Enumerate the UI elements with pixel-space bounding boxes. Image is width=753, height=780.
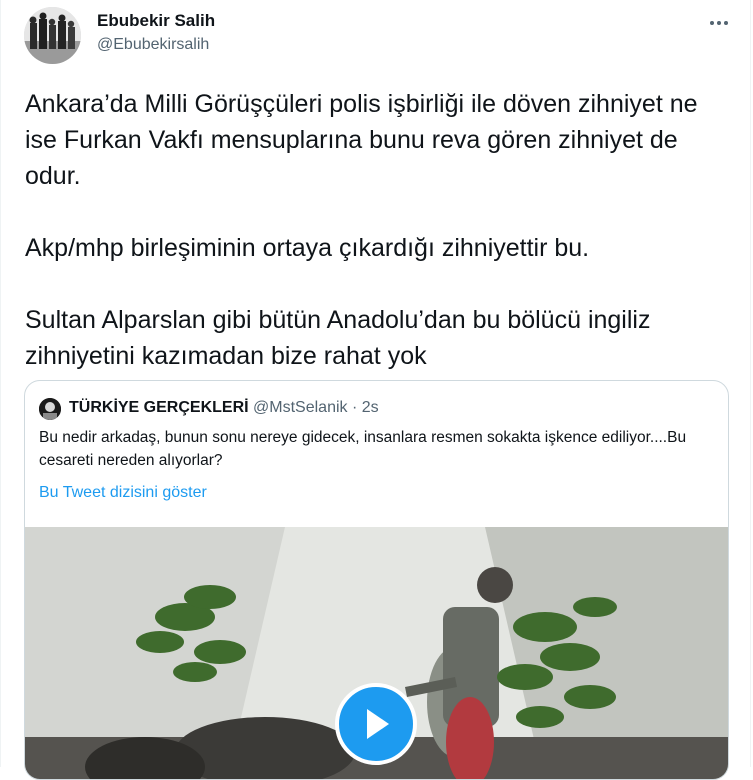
author-name[interactable]: Ebubekir Salih (97, 11, 215, 31)
tweet-text: Ankara’da Milli Görüşçüleri polis işbirl… (25, 86, 725, 374)
quoted-avatar-image (39, 398, 61, 420)
show-thread-link[interactable]: Bu Tweet dizisini göster (39, 484, 207, 502)
quoted-author-avatar (39, 398, 61, 420)
quoted-author-name: TÜRKİYE GERÇEKLERİ (69, 399, 249, 416)
quoted-tweet[interactable]: TÜRKİYE GERÇEKLERİ @MstSelanik · 2s Bu n… (24, 380, 729, 780)
play-button[interactable] (335, 683, 417, 765)
more-dots-icon (724, 21, 728, 25)
tweet-paragraph: Ankara’da Milli Görüşçüleri polis işbirl… (25, 90, 698, 190)
avatar-image (24, 7, 81, 64)
tweet-paragraph: Akp/mhp birleşiminin ortaya çıkardığı zi… (25, 234, 590, 262)
more-options-button[interactable] (705, 14, 733, 32)
quoted-author-handle: @MstSelanik (253, 399, 348, 416)
tweet-paragraph: Sultan Alparslan gibi bütün Anadolu’dan … (25, 306, 651, 370)
video-media[interactable] (25, 527, 728, 779)
play-icon (367, 709, 389, 739)
author-handle[interactable]: @Ebubekirsalih (97, 36, 209, 54)
more-dots-icon (710, 21, 714, 25)
tweet-card[interactable]: Ebubekir Salih @Ebubekirsalih Ankara’da … (0, 0, 751, 780)
more-dots-icon (717, 21, 721, 25)
quoted-tweet-text: Bu nedir arkadaş, bunun sonu nereye gide… (39, 429, 687, 469)
separator-dot: · (351, 399, 358, 416)
quoted-tweet-time: 2s (361, 399, 379, 416)
quoted-tweet-header: TÜRKİYE GERÇEKLERİ @MstSelanik · 2s (69, 399, 379, 417)
author-avatar[interactable] (24, 7, 81, 64)
